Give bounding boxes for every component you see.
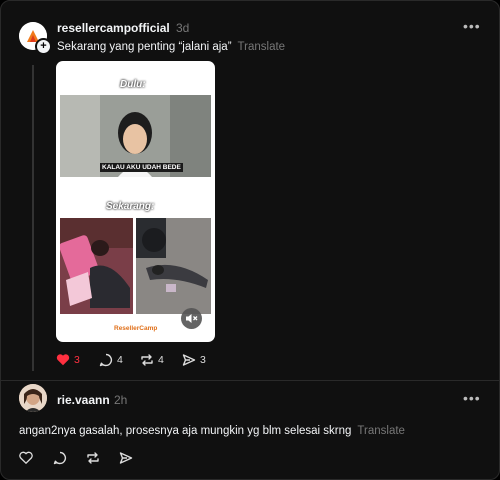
reply-body: angan2nya gasalah, prosesnya aja mungkin… [19,425,352,437]
mute-button[interactable] [181,308,202,329]
reply-username[interactable]: rie.vaann [57,393,110,407]
reply-comment-button[interactable] [53,451,67,465]
reply-share-button[interactable] [119,451,133,465]
photo-now-right [136,218,211,314]
post-username[interactable]: resellercampofficial [57,21,170,35]
reply-avatar[interactable] [19,384,47,412]
post-media[interactable]: Dulu: KALAU AKU UDAH BEDE Sekarang: Rese… [56,61,215,342]
comment-icon [99,353,113,367]
post-body: Sekarang yang penting “jalani aja” [57,41,232,53]
speaker-muted-icon [186,314,198,323]
more-options-icon[interactable]: ••• [463,18,481,34]
send-icon [119,452,133,464]
thread-card: + resellercampofficial 3d ••• Sekarang y… [0,0,500,480]
reply-translate-link[interactable]: Translate [357,425,405,437]
reply-repost-button[interactable] [86,451,100,465]
media-logo: ResellerCamp [114,325,158,332]
reply-text: angan2nya gasalah, prosesnya aja mungkin… [19,425,405,437]
reply-like-button[interactable] [19,451,33,464]
reply-time: 2h [114,393,128,407]
translate-link[interactable]: Translate [238,41,286,53]
comment-icon [53,451,67,465]
reply-count: 4 [117,354,123,366]
repost-button[interactable]: 4 [140,353,164,367]
repost-icon [87,452,99,464]
send-icon [182,354,196,366]
repost-icon [141,354,153,366]
repost-count: 4 [158,354,164,366]
thread-line [32,65,34,371]
heart-filled-icon [56,354,70,366]
heart-icon [19,451,33,464]
divider [1,380,499,381]
video-subtitle: KALAU AKU UDAH BEDE [100,163,183,172]
post-time: 3d [176,21,190,35]
caption-top: Dulu: [120,79,146,90]
share-count: 3 [200,354,206,366]
caption-bottom: Sekarang: [106,201,155,212]
reply-button[interactable]: 4 [99,353,123,367]
photo-now-left [60,218,133,314]
like-button[interactable]: 3 [56,353,80,366]
share-button[interactable]: 3 [182,353,206,367]
reply-more-options-icon[interactable]: ••• [463,390,481,406]
photo-past: KALAU AKU UDAH BEDE [60,95,211,177]
post-text: Sekarang yang penting “jalani aja” Transl… [57,41,285,53]
like-count: 3 [74,353,80,366]
follow-plus-icon[interactable]: + [35,38,52,55]
